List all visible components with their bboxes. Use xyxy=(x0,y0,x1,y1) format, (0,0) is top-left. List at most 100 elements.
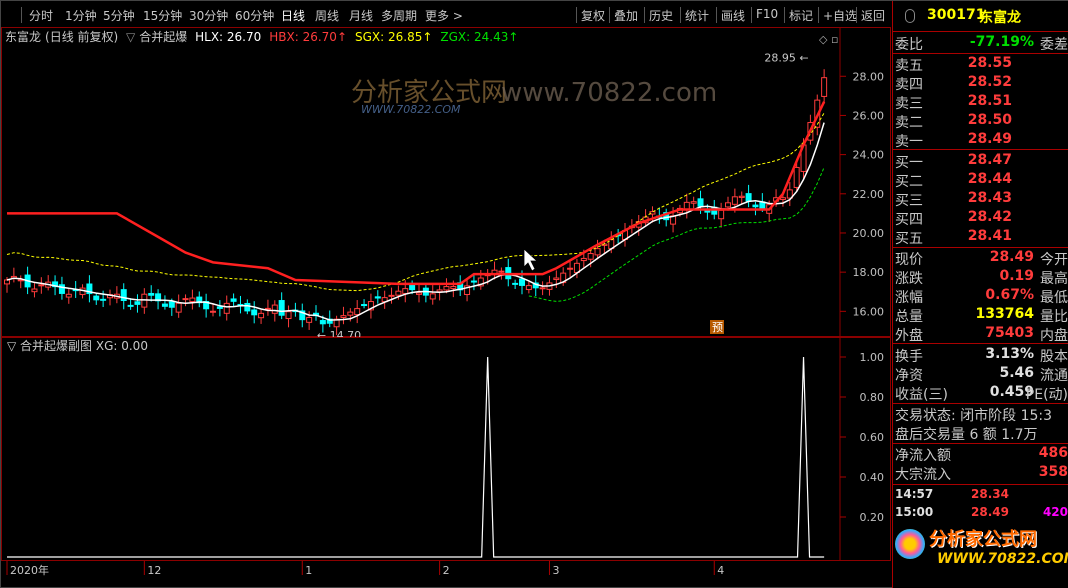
sell-level-2-label: 卖二 xyxy=(895,115,923,131)
candle-body xyxy=(374,296,381,299)
date-axis-label: 4 xyxy=(717,564,724,577)
candle-body xyxy=(347,311,354,316)
toolbar-button-2[interactable]: 历史 xyxy=(649,7,673,25)
candlestick-chart[interactable]: 28.0026.0024.0022.0020.0018.0016.00分析家公式… xyxy=(1,27,891,342)
finance-row-2-label: 收益(三) xyxy=(895,387,948,403)
buy-level-3: 买三 28.43 xyxy=(895,190,1068,209)
main-chart-pane[interactable]: 28.00 26.00 24.00 22.00 20.00 18.00 16.00 分析家公式… xyxy=(1,27,891,342)
candle-body xyxy=(718,209,725,220)
quote-row-3-label2: 量比 xyxy=(1040,309,1068,325)
period-tab-10[interactable]: 更多 > xyxy=(425,7,463,25)
quote-row-0: 现价 28.49 今开 xyxy=(895,249,1068,268)
toolbar-button-4[interactable]: 画线 xyxy=(721,7,745,25)
sub-y-tick-label: 1.00 xyxy=(860,351,885,364)
candle-body xyxy=(38,284,45,287)
quote-row-2: 涨幅 0.67% 最低 xyxy=(895,287,1068,306)
period-tab-6[interactable]: 日线 xyxy=(281,7,305,25)
stock-name-label: 东富龙 xyxy=(5,30,42,44)
sell-level-3-value: 28.51 xyxy=(967,93,1012,109)
period-tab-2[interactable]: 5分钟 xyxy=(103,7,135,25)
y-tick-label: 20.00 xyxy=(853,227,885,240)
candle-body xyxy=(402,288,409,294)
buy-level-5-label: 买五 xyxy=(895,231,923,247)
period-label: (日线 前复权) xyxy=(45,30,119,44)
period-tab-1[interactable]: 1分钟 xyxy=(65,7,97,25)
sell-level-1-value: 28.49 xyxy=(967,131,1012,147)
candle-body xyxy=(168,301,175,308)
period-tab-9[interactable]: 多周期 xyxy=(381,7,417,25)
candle-body xyxy=(93,295,100,301)
candle-body xyxy=(779,197,786,200)
toolbar-button-1[interactable]: 叠加 xyxy=(614,7,638,25)
panel-switch-icon[interactable] xyxy=(905,9,915,23)
candle-body xyxy=(361,304,368,307)
finance-row-0-label: 换手 xyxy=(895,349,923,365)
indicator-collapse-icon[interactable]: ▽ xyxy=(126,30,135,44)
stock-code: 300171 xyxy=(927,7,986,23)
finance-row-1-value: 5.46 xyxy=(999,365,1034,381)
candle-body xyxy=(567,267,574,270)
toolbar-button-3[interactable]: 统计 xyxy=(685,7,709,25)
candle-body xyxy=(258,312,265,319)
quote-row-1: 涨跌 0.19 最高 xyxy=(895,268,1068,287)
tick-row-1: 15:00 28.49 420 xyxy=(895,505,1068,524)
candle-body xyxy=(340,315,347,318)
date-axis-label: 1 xyxy=(305,564,312,577)
candle-body xyxy=(498,270,505,273)
toolbar-button-0[interactable]: 复权 xyxy=(581,7,605,25)
period-tab-7[interactable]: 周线 xyxy=(315,7,339,25)
candle-body xyxy=(525,285,532,291)
quote-row-0-label2: 今开 xyxy=(1040,252,1068,268)
toolbar-button-6[interactable]: 标记 xyxy=(789,7,813,25)
xg-signal-line xyxy=(7,356,825,558)
period-tab-0[interactable]: 分时 xyxy=(29,7,53,25)
candle-body xyxy=(416,292,422,295)
forecast-badge-label: 预 xyxy=(712,321,723,334)
tick-volume: 420 xyxy=(1042,505,1068,519)
sell-level-1-label: 卖一 xyxy=(895,134,923,150)
candle-body xyxy=(120,289,127,301)
toolbar-button-8[interactable]: 返回 xyxy=(861,7,885,25)
candle-body xyxy=(319,320,326,325)
finance-row-2: 收益(三) 0.459 PE(动) xyxy=(895,384,1068,403)
candle-body xyxy=(587,253,594,260)
period-tab-4[interactable]: 30分钟 xyxy=(189,7,228,25)
sell-level-4: 卖四 28.52 xyxy=(895,74,1068,93)
sub-indicator-chart[interactable]: ▽ 合并起爆副图 XG: 0.00 1.00 0.80 0.60 0.40 0.20 xyxy=(1,337,891,561)
candle-body xyxy=(512,282,519,285)
candle-body xyxy=(443,286,450,291)
y-tick-label: 26.00 xyxy=(853,109,885,122)
period-tab-8[interactable]: 月线 xyxy=(349,7,373,25)
candle-body xyxy=(731,196,738,205)
weibi-row: 委比 -77.19% 委差 xyxy=(895,34,1068,53)
quote-row-3-value: 133764 xyxy=(975,306,1034,322)
indicator-name-label[interactable]: 合并起爆 xyxy=(139,30,187,44)
quote-panel: 300171 东富龙 委比 -77.19% 委差 卖五 28.55 卖四 28.52 卖三 28.5… xyxy=(892,1,1068,588)
main-chart-title: 东富龙 (日线 前复权) ▽ 合并起爆 HLX: 26.70 HBX: 26.70↑ S… xyxy=(5,28,530,45)
candle-body xyxy=(189,297,196,303)
zgx-line xyxy=(528,167,825,302)
weibi-row-label2: 委差 xyxy=(1040,37,1068,53)
finance-row-1: 净资 5.46 流通 xyxy=(895,365,1068,384)
candle-body xyxy=(251,309,258,316)
buy-level-2-label: 买二 xyxy=(895,174,923,190)
watermark-url: WWW.70822.COM xyxy=(361,103,461,116)
candle-body xyxy=(388,294,395,297)
sell-level-4-label: 卖四 xyxy=(895,77,923,93)
flow-value: 358 xyxy=(1038,464,1068,480)
sub-chart-pane[interactable]: ▽ 合并起爆副图 XG: 0.00 1.00 0.80 0.60 0.40 0.20 xyxy=(1,337,891,561)
brand-logo-text: 分析家公式网 xyxy=(929,529,1037,550)
period-tab-3[interactable]: 15分钟 xyxy=(143,7,182,25)
tick-price: 28.34 xyxy=(971,487,1009,501)
period-tab-5[interactable]: 60分钟 xyxy=(235,7,274,25)
quote-row-3: 总量 133764 量比 xyxy=(895,306,1068,325)
tick-time: 15:00 xyxy=(895,505,934,519)
toolbar-button-5[interactable]: F10 xyxy=(756,7,778,25)
low-price-label: ← 14.70 xyxy=(317,329,361,337)
indicator-zgx-value: ZGX: 24.43↑ xyxy=(440,30,519,44)
candle-body xyxy=(100,298,107,301)
candle-body xyxy=(450,286,457,290)
y-tick-label: 24.00 xyxy=(853,149,885,162)
sell-level-4-value: 28.52 xyxy=(967,74,1012,90)
toolbar-button-7[interactable]: +自选 xyxy=(823,7,857,25)
